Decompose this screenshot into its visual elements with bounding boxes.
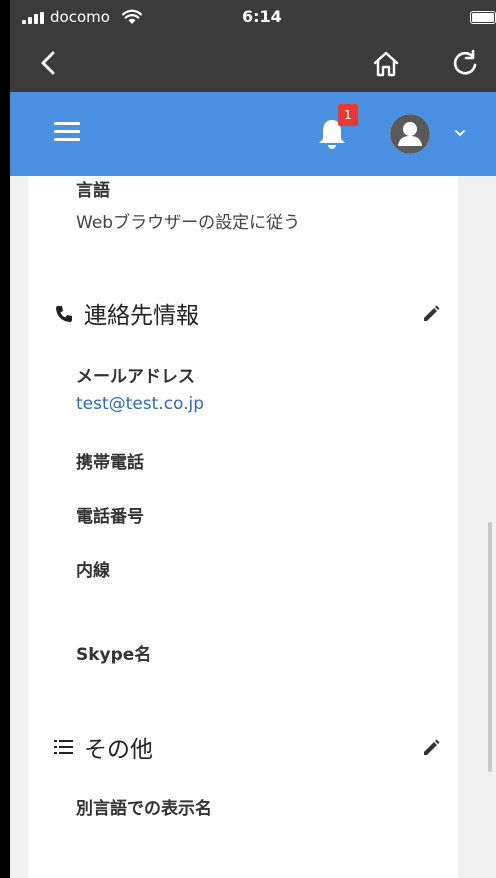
language-value: Webブラウザーの設定に従う bbox=[76, 213, 301, 233]
phone-number-label: 電話番号 bbox=[76, 507, 144, 527]
avatar-icon bbox=[390, 114, 430, 154]
wifi-icon bbox=[122, 9, 142, 24]
app-header: 1 bbox=[10, 92, 496, 176]
page-content: 言語 Webブラウザーの設定に従う 連絡先情報 メールアドレス test@tes… bbox=[10, 176, 496, 878]
carrier-name: docomo bbox=[50, 8, 110, 26]
email-label: メールアドレス bbox=[76, 367, 195, 387]
language-label: 言語 bbox=[76, 181, 110, 201]
notification-badge: 1 bbox=[338, 104, 358, 126]
back-icon[interactable] bbox=[34, 48, 64, 78]
home-icon[interactable] bbox=[370, 48, 402, 80]
avatar[interactable] bbox=[390, 114, 430, 154]
list-icon bbox=[54, 740, 73, 754]
status-time: 6:14 bbox=[242, 7, 282, 26]
signal-icon bbox=[22, 12, 50, 24]
mobile-phone-label: 携帯電話 bbox=[76, 453, 144, 473]
browser-toolbar bbox=[10, 36, 496, 92]
pencil-icon[interactable] bbox=[421, 304, 441, 324]
email-link[interactable]: test@test.co.jp bbox=[76, 394, 204, 414]
profile-card: 言語 Webブラウザーの設定に従う 連絡先情報 メールアドレス test@tes… bbox=[28, 176, 458, 878]
alt-language-name-label: 別言語での表示名 bbox=[76, 799, 212, 819]
battery-icon bbox=[470, 11, 496, 24]
phone-icon bbox=[56, 306, 72, 322]
other-section-title: その他 bbox=[84, 737, 153, 763]
reload-icon[interactable] bbox=[450, 48, 480, 78]
scrollbar[interactable] bbox=[488, 522, 492, 772]
menu-icon[interactable] bbox=[54, 122, 80, 146]
status-bar: docomo 6:14 bbox=[10, 0, 496, 36]
pencil-icon[interactable] bbox=[421, 738, 441, 758]
phone-screen: docomo 6:14 1 言語 Webブラウザーの設定に従う 連絡先情報 メー… bbox=[0, 0, 496, 878]
skype-name-label: Skype名 bbox=[76, 645, 152, 665]
chevron-down-icon[interactable] bbox=[454, 128, 466, 138]
contact-section-title: 連絡先情報 bbox=[84, 303, 199, 329]
extension-label: 内線 bbox=[76, 561, 110, 581]
